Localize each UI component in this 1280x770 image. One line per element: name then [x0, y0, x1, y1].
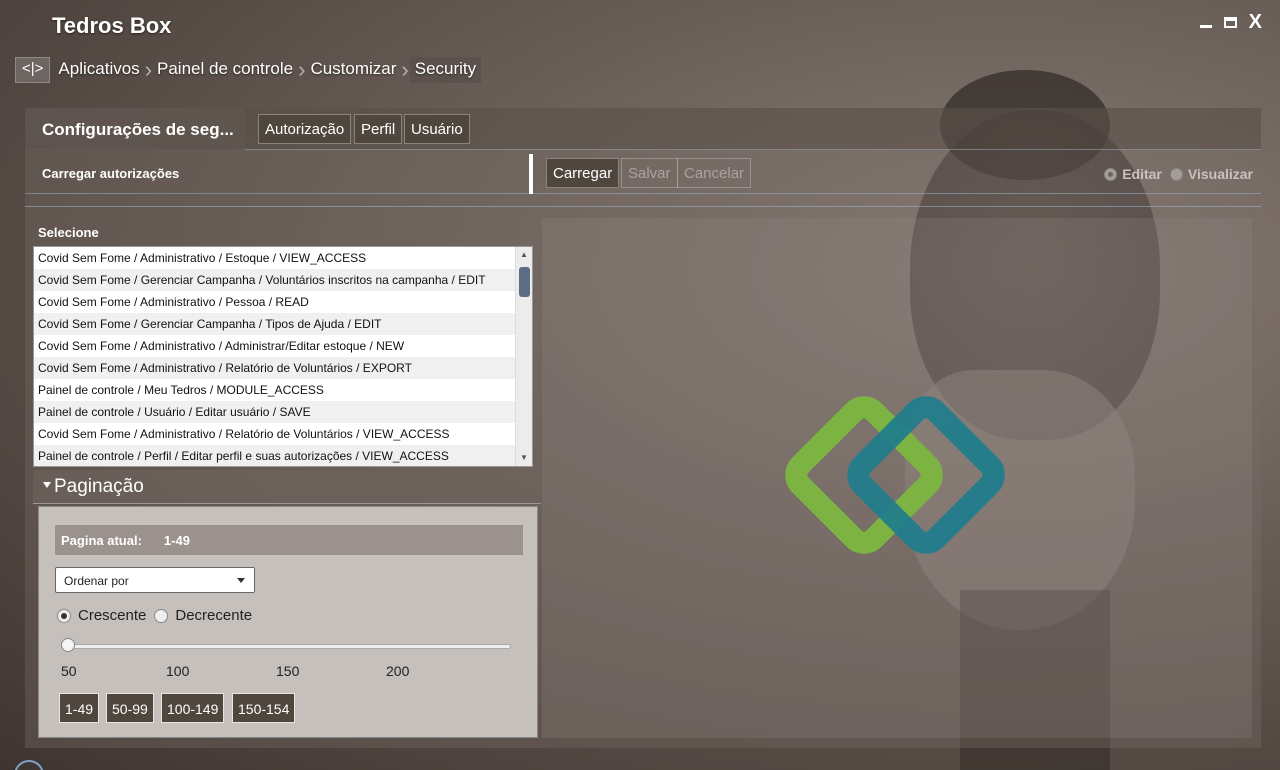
ascending-radio[interactable] [57, 608, 71, 623]
pagination-box: Pagina atual: 1-49 Ordenar por Crescente … [38, 506, 538, 738]
action-toolbar: Carregar autorizações Carregar Salvar Ca… [25, 152, 1261, 194]
back-button[interactable]: <|> [15, 57, 51, 83]
scroll-down-icon[interactable]: ▼ [516, 450, 532, 466]
descending-radio[interactable] [154, 608, 169, 623]
save-button[interactable]: Salvar [621, 158, 678, 188]
list-item[interactable]: Painel de controle / Perfil / Editar per… [34, 445, 515, 466]
list-item[interactable]: Covid Sem Fome / Administrativo / Estoqu… [34, 247, 515, 269]
radio-icon [1104, 167, 1118, 181]
list-item[interactable]: Covid Sem Fome / Gerenciar Campanha / Ti… [34, 313, 515, 335]
slider-tick: 100 [166, 663, 190, 679]
radio-icon [1169, 167, 1183, 181]
list-scrollbar[interactable]: ▲ ▼ [515, 247, 532, 466]
list-item[interactable]: Painel de controle / Usuário / Editar us… [34, 401, 515, 423]
minimize-icon [1199, 25, 1212, 28]
order-radio-group: Crescente Decrecente [57, 607, 252, 624]
divider [529, 154, 533, 194]
mode-radio-group: Editar Visualizar [1104, 166, 1253, 182]
breadcrumb-separator-icon: › [401, 57, 409, 82]
page-button[interactable]: 100-149 [161, 693, 225, 723]
slider-thumb[interactable] [61, 638, 75, 652]
sort-dropdown-label: Ordenar por [64, 574, 129, 588]
action-label: Carregar autorizações [42, 166, 180, 181]
panel-title: Configurações de seg... [25, 108, 245, 150]
list-item[interactable]: Covid Sem Fome / Administrativo / Pessoa… [34, 291, 515, 313]
mode-edit-label: Editar [1122, 166, 1162, 182]
list-item[interactable]: Painel de controle / Meu Tedros / MODULE… [34, 379, 515, 401]
breadcrumb-separator-icon: › [298, 57, 306, 82]
mode-view-radio[interactable]: Visualizar [1169, 166, 1253, 182]
caret-down-icon [43, 482, 51, 488]
slider-tick: 150 [276, 663, 300, 679]
cancel-button[interactable]: Cancelar [677, 158, 752, 188]
app-title: Tedros Box [52, 13, 172, 38]
descending-label: Decrecente [175, 607, 253, 624]
tab-perfil[interactable]: Perfil [354, 114, 403, 144]
mode-edit-radio[interactable]: Editar [1104, 166, 1162, 182]
title-bar: Tedros Box X [0, 0, 1280, 50]
page-size-slider[interactable] [65, 644, 511, 649]
current-page-value: 1-49 [163, 533, 190, 548]
tab-usuario[interactable]: Usuário [404, 114, 470, 144]
breadcrumb-separator-icon: › [144, 57, 153, 82]
circle-icon [14, 760, 44, 770]
page-button[interactable]: 150-154 [232, 693, 296, 723]
tedros-logo [785, 396, 1005, 554]
list-item[interactable]: Covid Sem Fome / Administrativo / Relató… [34, 357, 515, 379]
ascending-label: Crescente [78, 607, 147, 624]
load-button[interactable]: Carregar [546, 158, 620, 188]
page-button[interactable]: 1-49 [59, 693, 100, 723]
tabs-row: Configurações de seg... Autorização Perf… [25, 108, 1261, 150]
security-panel: Configurações de seg... Autorização Perf… [25, 108, 1261, 748]
close-button[interactable]: X [1249, 10, 1262, 34]
slider-tick: 200 [386, 663, 410, 679]
sort-dropdown[interactable]: Ordenar por [55, 567, 255, 593]
select-label: Selecione [38, 225, 99, 240]
divider [25, 206, 1261, 207]
minimize-button[interactable] [1199, 10, 1212, 34]
list-item[interactable]: Covid Sem Fome / Gerenciar Campanha / Vo… [34, 269, 515, 291]
pagination-header[interactable]: Paginação [33, 470, 541, 504]
breadcrumb-item-aplicativos[interactable]: Aplicativos [54, 57, 143, 83]
slider-tick: 50 [61, 663, 77, 679]
breadcrumb-item-security[interactable]: Security [409, 57, 482, 83]
pagination-title: Paginação [54, 476, 144, 497]
tab-autorizacao[interactable]: Autorização [258, 114, 352, 144]
breadcrumb: <|> Aplicativos › Painel de controle › C… [15, 57, 482, 83]
maximize-icon [1223, 17, 1237, 28]
breadcrumb-item-painel[interactable]: Painel de controle [153, 57, 297, 83]
chevron-down-icon [237, 578, 245, 583]
list-item[interactable]: Covid Sem Fome / Administrativo / Admini… [34, 335, 515, 357]
current-page: Pagina atual: 1-49 [55, 525, 523, 555]
authorization-list[interactable]: Covid Sem Fome / Administrativo / Estoqu… [33, 246, 533, 467]
breadcrumb-item-customizar[interactable]: Customizar [306, 57, 400, 83]
page-button[interactable]: 50-99 [106, 693, 154, 723]
window-controls: X [1199, 10, 1262, 34]
scroll-up-icon[interactable]: ▲ [516, 247, 532, 263]
mode-view-label: Visualizar [1187, 166, 1253, 182]
current-page-label: Pagina atual: [61, 533, 142, 548]
list-item[interactable]: Covid Sem Fome / Administrativo / Relató… [34, 423, 515, 445]
maximize-button[interactable] [1223, 10, 1237, 34]
scroll-thumb[interactable] [519, 267, 530, 297]
